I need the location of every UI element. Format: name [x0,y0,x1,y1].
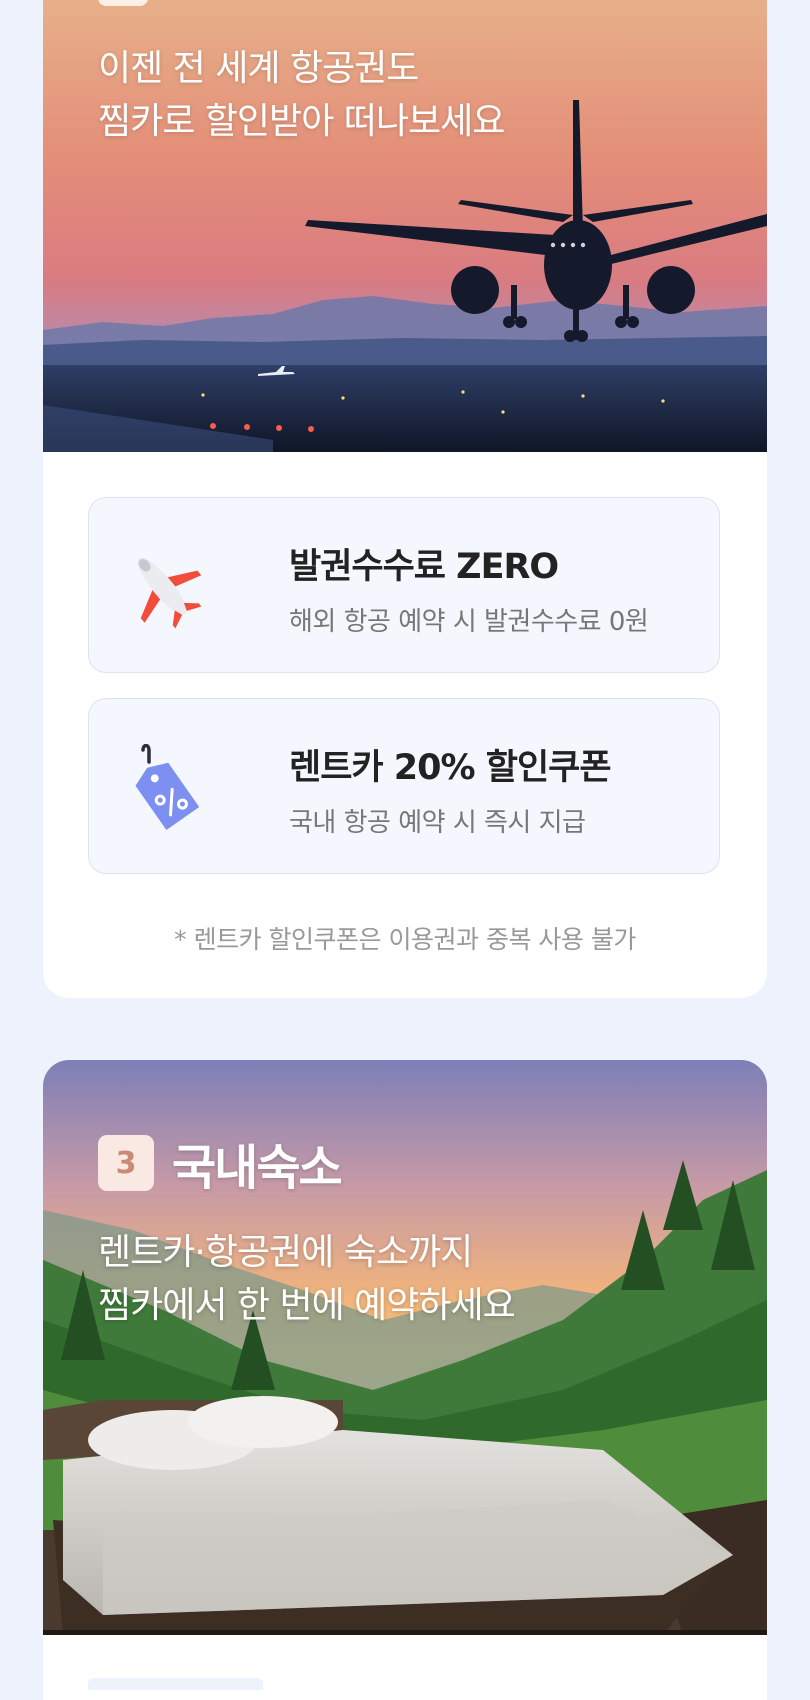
stay-headline-line-2: 찜카에서 한 번에 예약하세요 [98,1285,516,1326]
stay-headline: 렌트카·항공권에 숙소까지 찜카에서 한 번에 예약하세요 [98,1226,516,1332]
benefit-ticket-fee-zero: 발권수수료 ZERO 해외 항공 예약 시 발권수수료 0원 [88,497,720,673]
discount-tag-icon [135,744,200,830]
section-number-badge [98,0,148,6]
benefit-description: 국내 항공 예약 시 즉시 지급 [289,808,586,838]
benefit-rentcar-coupon: 렌트카 20% 할인쿠폰 국내 항공 예약 시 즉시 지급 [88,698,720,874]
flight-headline-line-1: 이젠 전 세계 항공권도 [98,48,419,89]
stay-headline-line-1: 렌트카·항공권에 숙소까지 [98,1232,473,1273]
benefit-description: 해외 항공 예약 시 발권수수료 0원 [289,607,649,637]
flight-promo-card: 이젠 전 세계 항공권도 찜카로 할인받아 떠나보세요 발권수수료 ZERO 해… [43,0,767,998]
airplane-sunset-image: 이젠 전 세계 항공권도 찜카로 할인받아 떠나보세요 [43,0,767,452]
flight-headline-line-2: 찜카로 할인받아 떠나보세요 [98,101,505,142]
benefit-title: 발권수수료 ZERO [289,547,559,587]
section-number-badge: 3 [98,1135,154,1191]
section-header: 3 국내숙소 [98,1128,343,1198]
airplane-icon [137,557,202,629]
section-title: 국내숙소 [172,1140,343,1196]
flight-headline: 이젠 전 세계 항공권도 찜카로 할인받아 떠나보세요 [98,42,505,148]
next-benefit-card-edge [88,1678,263,1690]
bedroom-forest-image: 3 국내숙소 렌트카·항공권에 숙소까지 찜카에서 한 번에 예약하세요 [43,1060,767,1635]
benefit-title: 렌트카 20% 할인쿠폰 [289,748,612,788]
coupon-footnote: * 렌트카 할인쿠폰은 이용권과 중복 사용 불가 [174,925,636,954]
stay-promo-card: 3 국내숙소 렌트카·항공권에 숙소까지 찜카에서 한 번에 예약하세요 [43,1060,767,1700]
